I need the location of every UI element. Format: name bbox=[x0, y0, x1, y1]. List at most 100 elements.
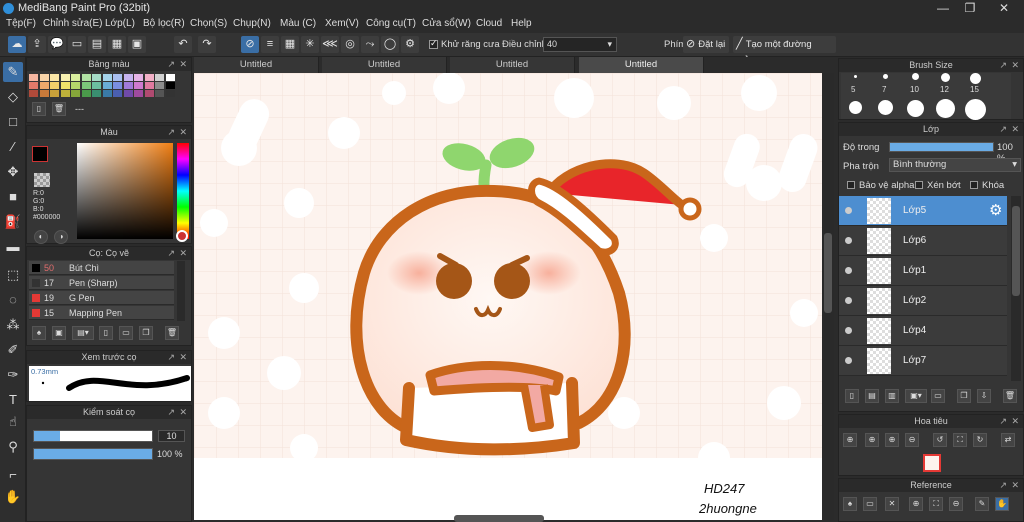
frame-icon[interactable]: ▣ bbox=[128, 36, 146, 53]
gradient-tool-icon[interactable]: ▬ bbox=[3, 237, 23, 257]
menu-tools[interactable]: Công cụ(T) bbox=[366, 18, 416, 29]
expand-icon[interactable]: ↗ bbox=[167, 406, 175, 419]
color-swatch[interactable] bbox=[165, 90, 175, 97]
close-icon[interactable]: ✕ bbox=[1011, 123, 1019, 136]
brush-opacity-slider[interactable] bbox=[33, 448, 153, 460]
share-icon[interactable]: ⇪ bbox=[28, 36, 46, 53]
brush-size-option[interactable]: 5 bbox=[841, 73, 871, 95]
color-swap-icon[interactable]: ◑ bbox=[54, 230, 68, 244]
move-tool-icon[interactable]: ✥ bbox=[3, 162, 23, 182]
clipping-checkbox[interactable] bbox=[915, 181, 923, 189]
brush-list-scrollbar[interactable] bbox=[177, 261, 185, 321]
color-swatch[interactable] bbox=[50, 82, 59, 89]
color-swatch[interactable] bbox=[113, 82, 122, 89]
layer-folder-icon[interactable]: ▭ bbox=[931, 389, 945, 403]
close-icon[interactable]: ✕ bbox=[179, 247, 187, 260]
brush-tool-icon[interactable]: ✎ bbox=[3, 62, 23, 82]
brush-size-option[interactable]: 10 bbox=[901, 73, 931, 95]
add-brush-icon[interactable]: ♠ bbox=[32, 326, 46, 340]
color-swatch[interactable] bbox=[71, 82, 80, 89]
reset-button[interactable]: ⊘ Đặt lại bbox=[683, 36, 729, 53]
color-swatch[interactable] bbox=[39, 82, 49, 89]
comment-icon[interactable]: 💬 bbox=[48, 36, 66, 53]
close-button[interactable]: ✕ bbox=[984, 0, 1024, 17]
color-swatch[interactable] bbox=[165, 82, 175, 89]
color-swatch[interactable] bbox=[71, 74, 80, 81]
select-tool-icon[interactable]: ⬚ bbox=[3, 265, 23, 285]
transparent-color-swatch[interactable] bbox=[34, 173, 50, 187]
duplicate-layer-icon[interactable]: ❐ bbox=[957, 389, 971, 403]
flip-icon[interactable]: ⇄ bbox=[1001, 433, 1015, 447]
folder-icon[interactable]: ▭ bbox=[119, 326, 133, 340]
dropper-tool-icon[interactable]: ⌐ bbox=[3, 465, 23, 485]
expand-icon[interactable]: ↗ bbox=[999, 59, 1007, 72]
color-swatches[interactable] bbox=[29, 74, 177, 98]
snap-circle-icon[interactable]: ◎ bbox=[341, 36, 359, 53]
eye-icon[interactable] bbox=[845, 327, 852, 334]
menu-view[interactable]: Xem(V) bbox=[325, 18, 359, 29]
select-pen-tool-icon[interactable]: ✐ bbox=[3, 340, 23, 360]
doc-tab[interactable]: Untitled bbox=[322, 57, 447, 73]
color-mode-icon[interactable]: ◐ bbox=[34, 230, 48, 244]
brush-size-option[interactable] bbox=[961, 97, 991, 120]
close-icon[interactable]: ✕ bbox=[1011, 415, 1019, 428]
menu-edit[interactable]: Chỉnh sửa(E) bbox=[43, 18, 103, 29]
antialias-checkbox[interactable] bbox=[429, 38, 438, 49]
canvas-vertical-scroll-thumb[interactable] bbox=[824, 233, 832, 313]
color-swatch[interactable] bbox=[134, 90, 143, 97]
layer-row[interactable]: Lớp2 bbox=[839, 286, 1007, 316]
expand-icon[interactable]: ↗ bbox=[167, 247, 175, 260]
snap-curve-icon[interactable]: ⤳ bbox=[361, 36, 379, 53]
rotate-left-icon[interactable]: ↺ bbox=[933, 433, 947, 447]
reference-open-icon[interactable]: ▭ bbox=[863, 497, 877, 511]
menu-cloud[interactable]: Cloud bbox=[476, 18, 502, 29]
layer-row[interactable]: Lớp1 bbox=[839, 256, 1007, 286]
new-halftone-layer-icon[interactable]: ▤ bbox=[865, 389, 879, 403]
color-swatch[interactable] bbox=[81, 82, 91, 89]
color-swatch[interactable] bbox=[29, 82, 38, 89]
drawing-canvas[interactable]: HD247 2huongne bbox=[194, 73, 822, 520]
hand-tool-icon[interactable]: ✋ bbox=[3, 487, 23, 507]
new-8bit-layer-icon[interactable]: ▥ bbox=[885, 389, 899, 403]
blend-mode-select[interactable]: Bình thường ▾ bbox=[889, 158, 1021, 172]
doc-tab-active[interactable]: Untitled bbox=[579, 57, 704, 73]
menu-color[interactable]: Màu (C) bbox=[280, 18, 316, 29]
color-swatch[interactable] bbox=[81, 74, 91, 81]
layer-opacity-slider[interactable] bbox=[889, 142, 994, 152]
gear-icon[interactable]: ⚙ bbox=[989, 201, 1002, 219]
primary-color-swatch[interactable] bbox=[32, 146, 48, 162]
menu-file[interactable]: Tệp(F) bbox=[6, 18, 36, 29]
color-swatch[interactable] bbox=[71, 90, 80, 97]
brush-row[interactable]: 15 Mapping Pen bbox=[29, 306, 174, 320]
brush-size-option[interactable] bbox=[901, 97, 931, 119]
rect-select-tool-icon[interactable]: □ bbox=[3, 112, 23, 132]
brush-size-option[interactable] bbox=[841, 97, 871, 119]
canvas-horizontal-scroll-thumb[interactable] bbox=[454, 515, 544, 522]
dot-tool-icon[interactable]: ⁄ bbox=[3, 137, 23, 157]
expand-icon[interactable]: ↗ bbox=[167, 58, 175, 71]
layer-scroll-thumb[interactable] bbox=[1012, 206, 1020, 296]
color-swatch[interactable] bbox=[144, 90, 154, 97]
copy-brush-icon[interactable]: ▯ bbox=[99, 326, 113, 340]
bucket-tool-icon[interactable]: ⛽ bbox=[3, 212, 23, 232]
fit-screen-icon[interactable]: ⛶ bbox=[953, 433, 967, 447]
color-swatch[interactable] bbox=[102, 74, 112, 81]
layer-row[interactable]: Lớp4 bbox=[839, 316, 1007, 346]
color-swatch[interactable] bbox=[92, 82, 101, 89]
color-swatch[interactable] bbox=[50, 74, 59, 81]
snap-ellipse-icon[interactable]: ◯ bbox=[381, 36, 399, 53]
reference-fit-icon[interactable]: ⛶ bbox=[929, 497, 943, 511]
canvas-vertical-scrollbar[interactable] bbox=[822, 73, 834, 520]
straight-line-button[interactable]: ╱ Tạo một đường thẳng bbox=[733, 36, 836, 67]
eye-icon[interactable] bbox=[845, 357, 852, 364]
eyedropper-tool-icon[interactable]: ⚲ bbox=[3, 437, 23, 457]
delete-palette-icon[interactable]: 🗑 bbox=[52, 102, 66, 116]
brush-row[interactable]: 19 G Pen bbox=[29, 291, 174, 305]
brush-menu-icon[interactable]: ▤▾ bbox=[72, 326, 94, 340]
color-swatch[interactable] bbox=[81, 90, 91, 97]
color-swatch[interactable] bbox=[60, 82, 70, 89]
lasso-tool-icon[interactable]: ◌ bbox=[3, 290, 23, 310]
brush-size-option[interactable]: 7 bbox=[871, 73, 901, 95]
cloud-icon[interactable]: ☁ bbox=[8, 36, 26, 53]
expand-icon[interactable]: ↗ bbox=[999, 479, 1007, 492]
